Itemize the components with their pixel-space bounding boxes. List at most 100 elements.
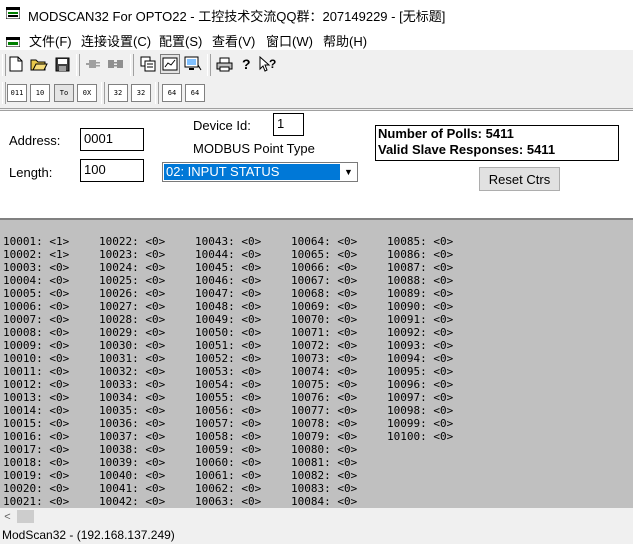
register-cell[interactable]: 10035: <0> (99, 404, 165, 417)
register-cell[interactable]: 10078: <0> (291, 417, 357, 430)
register-cell[interactable]: 10017: <0> (3, 443, 69, 456)
context-help-icon[interactable]: ? (258, 54, 278, 74)
register-cell[interactable]: 10019: <0> (3, 469, 69, 482)
disconnect-icon[interactable] (106, 54, 126, 74)
register-cell[interactable]: 10005: <0> (3, 287, 69, 300)
register-cell[interactable]: 10063: <0> (195, 495, 261, 508)
register-cell[interactable]: 10050: <0> (195, 326, 261, 339)
register-cell[interactable]: 10047: <0> (195, 287, 261, 300)
register-cell[interactable]: 10056: <0> (195, 404, 261, 417)
register-cell[interactable]: 10082: <0> (291, 469, 357, 482)
register-cell[interactable]: 10066: <0> (291, 261, 357, 274)
register-cell[interactable]: 10023: <0> (99, 248, 165, 261)
register-cell[interactable]: 10027: <0> (99, 300, 165, 313)
register-cell[interactable]: 10098: <0> (387, 404, 453, 417)
register-cell[interactable]: 10060: <0> (195, 456, 261, 469)
register-cell[interactable]: 10065: <0> (291, 248, 357, 261)
document-icon[interactable] (6, 37, 20, 47)
register-cell[interactable]: 10071: <0> (291, 326, 357, 339)
length-input[interactable]: 100 (80, 159, 144, 182)
register-cell[interactable]: 10032: <0> (99, 365, 165, 378)
register-cell[interactable]: 10034: <0> (99, 391, 165, 404)
register-cell[interactable]: 10069: <0> (291, 300, 357, 313)
decimal-format-button[interactable]: 10 (30, 84, 50, 102)
point-type-select[interactable]: 02: INPUT STATUS ▼ (162, 162, 358, 182)
register-cell[interactable]: 10053: <0> (195, 365, 261, 378)
menu-view[interactable]: 查看(V) (212, 31, 255, 50)
register-cell[interactable]: 10018: <0> (3, 456, 69, 469)
register-cell[interactable]: 10081: <0> (291, 456, 357, 469)
double64-format-button[interactable]: 64 (162, 84, 182, 102)
register-cell[interactable]: 10004: <0> (3, 274, 69, 287)
register-cell[interactable]: 10089: <0> (387, 287, 453, 300)
float32-format-button[interactable]: 32 (108, 84, 128, 102)
register-cell[interactable]: 10074: <0> (291, 365, 357, 378)
register-cell[interactable]: 10080: <0> (291, 443, 357, 456)
register-cell[interactable]: 10036: <0> (99, 417, 165, 430)
register-cell[interactable]: 10022: <0> (99, 235, 165, 248)
register-cell[interactable]: 10075: <0> (291, 378, 357, 391)
register-cell[interactable]: 10046: <0> (195, 274, 261, 287)
menu-help[interactable]: 帮助(H) (323, 31, 367, 50)
new-file-icon[interactable] (6, 54, 26, 74)
toolbar-grip[interactable] (2, 82, 6, 104)
register-cell[interactable]: 10091: <0> (387, 313, 453, 326)
reset-counters-button[interactable]: Reset Ctrs (479, 167, 560, 191)
device-id-input[interactable]: 1 (273, 113, 304, 136)
register-cell[interactable]: 10011: <0> (3, 365, 69, 378)
register-cell[interactable]: 10007: <0> (3, 313, 69, 326)
register-cell[interactable]: 10051: <0> (195, 339, 261, 352)
register-cell[interactable]: 10085: <0> (387, 235, 453, 248)
register-cell[interactable]: 10024: <0> (99, 261, 165, 274)
register-cell[interactable]: 10033: <0> (99, 378, 165, 391)
register-cell[interactable]: 10038: <0> (99, 443, 165, 456)
print-icon[interactable] (214, 54, 234, 74)
register-cell[interactable]: 10062: <0> (195, 482, 261, 495)
register-cell[interactable]: 10042: <0> (99, 495, 165, 508)
scroll-left-icon[interactable]: < (0, 508, 15, 525)
register-cell[interactable]: 10099: <0> (387, 417, 453, 430)
register-cell[interactable]: 10012: <0> (3, 378, 69, 391)
register-cell[interactable]: 10058: <0> (195, 430, 261, 443)
register-cell[interactable]: 10026: <0> (99, 287, 165, 300)
register-cell[interactable]: 10079: <0> (291, 430, 357, 443)
register-cell[interactable]: 10070: <0> (291, 313, 357, 326)
register-cell[interactable]: 10010: <0> (3, 352, 69, 365)
register-cell[interactable]: 10059: <0> (195, 443, 261, 456)
register-cell[interactable]: 10090: <0> (387, 300, 453, 313)
register-cell[interactable]: 10087: <0> (387, 261, 453, 274)
register-cell[interactable]: 10030: <0> (99, 339, 165, 352)
menu-file[interactable]: 文件(F) (29, 31, 72, 50)
register-cell[interactable]: 10041: <0> (99, 482, 165, 495)
register-cell[interactable]: 10031: <0> (99, 352, 165, 365)
register-cell[interactable]: 10021: <0> (3, 495, 69, 508)
chevron-down-icon[interactable]: ▼ (341, 164, 356, 180)
horizontal-scrollbar[interactable]: < (0, 508, 633, 525)
register-cell[interactable]: 10084: <0> (291, 495, 357, 508)
register-cell[interactable]: 10100: <0> (387, 430, 453, 443)
register-cell[interactable]: 10052: <0> (195, 352, 261, 365)
register-cell[interactable]: 10054: <0> (195, 378, 261, 391)
register-cell[interactable]: 10093: <0> (387, 339, 453, 352)
register-cell[interactable]: 10068: <0> (291, 287, 357, 300)
open-folder-icon[interactable] (29, 54, 49, 74)
register-cell[interactable]: 10064: <0> (291, 235, 357, 248)
chart-view-icon[interactable] (160, 54, 180, 74)
register-cell[interactable]: 10092: <0> (387, 326, 453, 339)
scrollbar-thumb[interactable] (17, 510, 34, 523)
display-setup-icon[interactable] (138, 54, 158, 74)
register-cell[interactable]: 10097: <0> (387, 391, 453, 404)
register-cell[interactable]: 10088: <0> (387, 274, 453, 287)
register-cell[interactable]: 10096: <0> (387, 378, 453, 391)
register-cell[interactable]: 10016: <0> (3, 430, 69, 443)
about-icon[interactable]: ? (236, 54, 256, 74)
register-cell[interactable]: 10049: <0> (195, 313, 261, 326)
menu-window[interactable]: 窗口(W) (266, 31, 313, 50)
register-cell[interactable]: 10094: <0> (387, 352, 453, 365)
float32-swapped-format-button[interactable]: 32 (131, 84, 151, 102)
register-cell[interactable]: 10001: <1> (3, 235, 69, 248)
register-cell[interactable]: 10061: <0> (195, 469, 261, 482)
binary-format-button[interactable]: 011 (7, 84, 27, 102)
address-input[interactable]: 0001 (80, 128, 144, 151)
register-cell[interactable]: 10025: <0> (99, 274, 165, 287)
